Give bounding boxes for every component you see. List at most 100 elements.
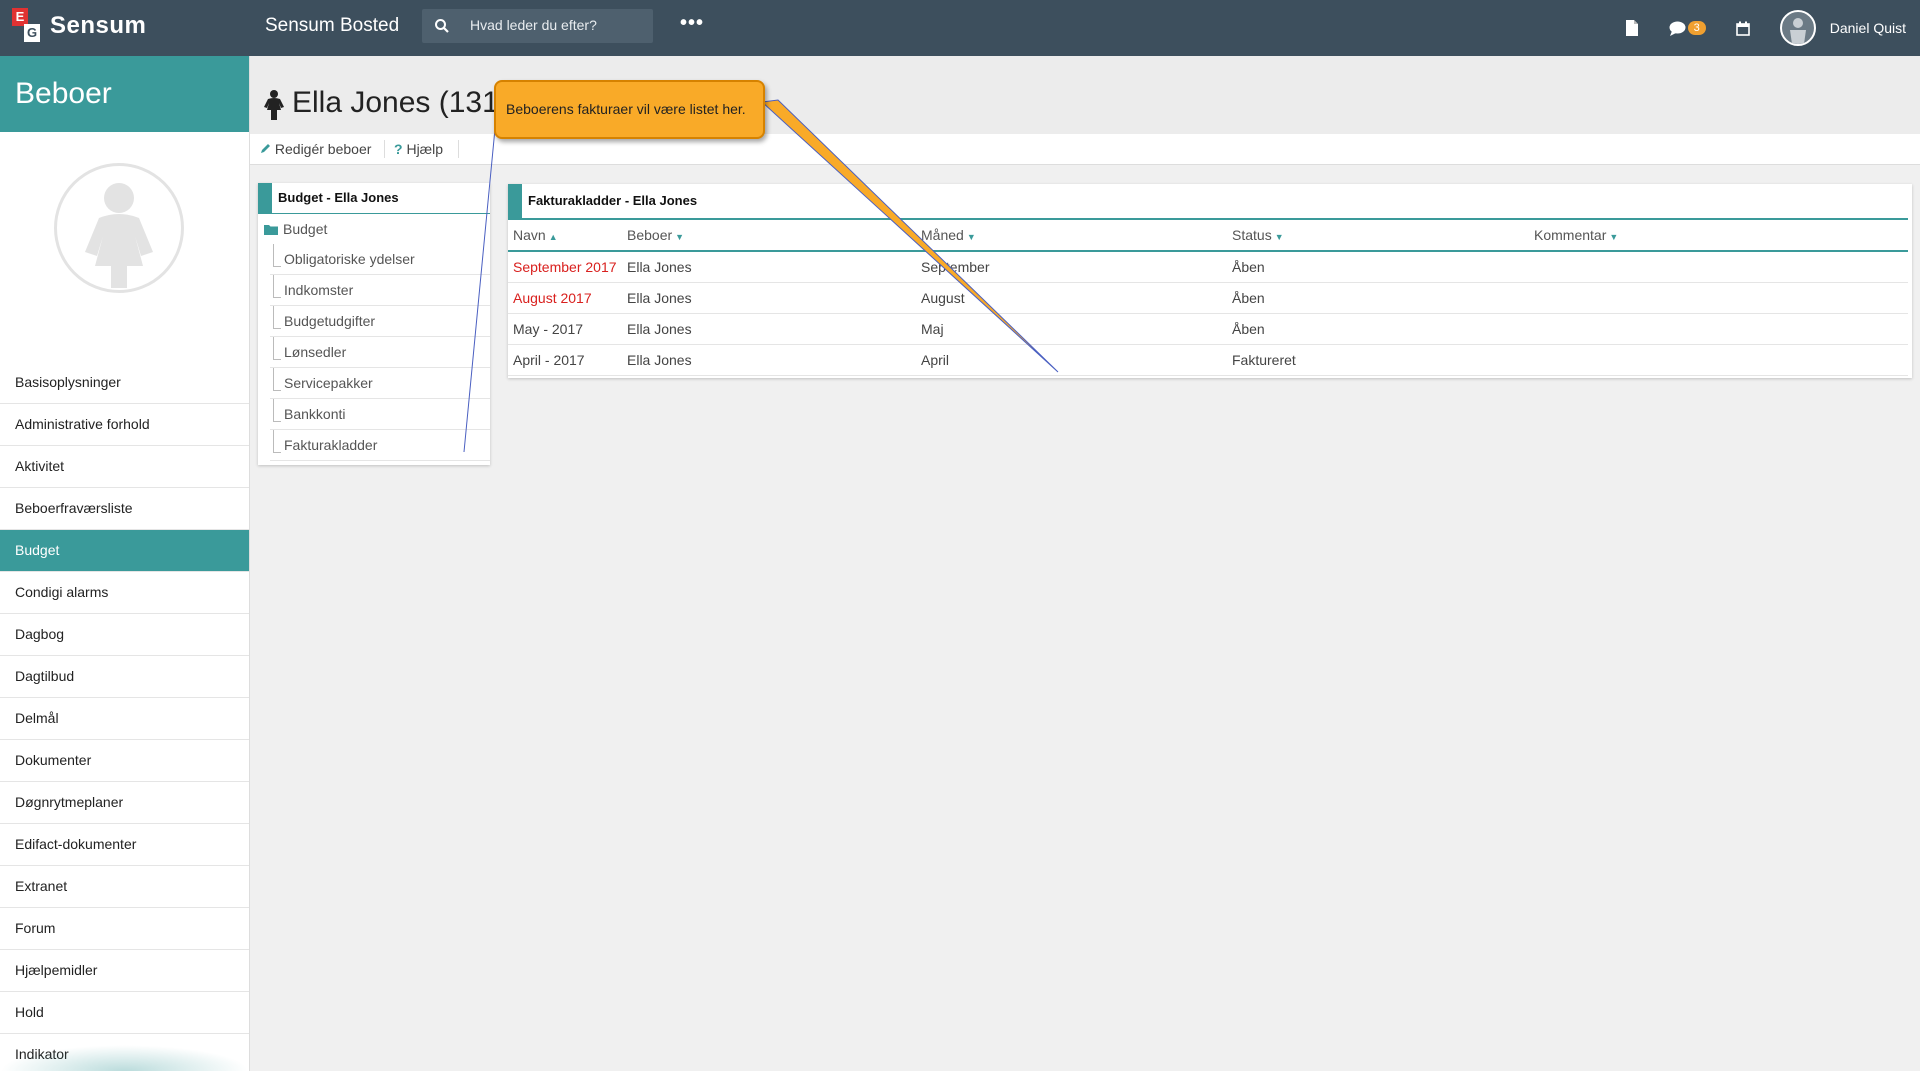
help-label: Hjælp <box>406 141 444 157</box>
sidebar-scroll-fade <box>0 1045 249 1071</box>
cell-navn[interactable]: August 2017 <box>508 282 622 314</box>
sidebar-item-dokumenter[interactable]: Dokumenter <box>0 740 249 782</box>
logo-mark-g: G <box>24 24 40 42</box>
invoice-table: Navn ▲ Beboer ▼ Måned ▼ Status ▼ Kommentar ▼ … <box>508 218 1908 376</box>
column-header-label: Status <box>1232 227 1272 243</box>
cell-navn[interactable]: May - 2017 <box>508 313 622 345</box>
page-title: Ella Jones (131 <box>292 86 499 119</box>
calendar-button[interactable] <box>1735 21 1750 36</box>
sidebar-item-edifact-dokumenter[interactable]: Edifact-dokumenter <box>0 824 249 866</box>
cell-kommentar <box>1529 251 1908 283</box>
sidebar-header: Beboer <box>0 56 249 132</box>
table-header-row: Navn ▲ Beboer ▼ Måned ▼ Status ▼ Kommentar ▼ <box>508 218 1908 252</box>
sidebar-item-forum[interactable]: Forum <box>0 908 249 950</box>
sidebar-item-dagtilbud[interactable]: Dagtilbud <box>0 656 249 698</box>
budget-tree-item[interactable]: Indkomster <box>270 275 490 306</box>
edit-resident-label: Redigér beboer <box>274 141 372 157</box>
budget-tree-item[interactable]: Fakturakladder <box>270 430 490 461</box>
search-icon <box>435 19 449 33</box>
table-row[interactable]: August 2017 Ella Jones August Åben <box>508 282 1908 314</box>
column-header-status[interactable]: Status ▼ <box>1227 218 1529 252</box>
female-person-icon <box>264 90 284 120</box>
cell-maaned: September <box>916 251 1227 283</box>
budget-tree-items: Obligatoriske ydelser Indkomster Budgetudg… <box>258 244 490 461</box>
budget-tree-item[interactable]: Budgetudgifter <box>270 306 490 337</box>
sidebar-item-beboerfraværsliste[interactable]: Beboerfraværsliste <box>0 488 249 530</box>
budget-tree-item[interactable]: Bankkonti <box>270 399 490 430</box>
female-silhouette-icon <box>85 183 153 288</box>
sidebar-item-administrative-forhold[interactable]: Administrative forhold <box>0 404 249 446</box>
document-button[interactable] <box>1625 20 1639 36</box>
app-title[interactable]: Sensum Bosted <box>265 15 399 37</box>
cell-beboer: Ella Jones <box>622 344 916 376</box>
sidebar-item-basisoplysninger[interactable]: Basisoplysninger <box>0 362 249 404</box>
sidebar-item-extranet[interactable]: Extranet <box>0 866 249 908</box>
user-silhouette-icon <box>1789 18 1806 44</box>
cell-maaned: August <box>916 282 1227 314</box>
table-row[interactable]: September 2017 Ella Jones September Åben <box>508 251 1908 283</box>
sidebar-item-delmål[interactable]: Delmål <box>0 698 249 740</box>
budget-tree-item[interactable]: Servicepakker <box>270 368 490 399</box>
sidebar-item-budget[interactable]: Budget <box>0 530 249 572</box>
edit-resident-button[interactable]: Redigér beboer <box>260 141 371 157</box>
cell-navn[interactable]: April - 2017 <box>508 344 622 376</box>
budget-panel-title: Budget - Ella Jones <box>258 183 490 214</box>
cell-status: Faktureret <box>1227 344 1529 376</box>
sort-ascending-icon: ▲ <box>548 232 558 242</box>
sort-icon: ▼ <box>675 232 685 242</box>
pencil-icon <box>261 144 270 153</box>
column-header-navn[interactable]: Navn ▲ <box>508 218 622 252</box>
budget-tree-item[interactable]: Lønsedler <box>270 337 490 368</box>
column-header-kommentar[interactable]: Kommentar ▼ <box>1529 218 1908 252</box>
cell-navn[interactable]: September 2017 <box>508 251 622 283</box>
column-header-maaned[interactable]: Måned ▼ <box>916 218 1227 252</box>
column-header-beboer[interactable]: Beboer ▼ <box>622 218 916 252</box>
chat-bubble-icon <box>1669 21 1686 36</box>
cell-beboer: Ella Jones <box>622 251 916 283</box>
sidebar-item-døgnrytmeplaner[interactable]: Døgnrytmeplaner <box>0 782 249 824</box>
sidebar-item-dagbog[interactable]: Dagbog <box>0 614 249 656</box>
top-bar: E G Sensum Sensum Bosted ••• 3 Daniel Qu… <box>0 0 1920 56</box>
calendar-icon <box>1735 21 1750 36</box>
search-box[interactable] <box>422 9 653 43</box>
invoice-table-body: September 2017 Ella Jones September Åben Aug… <box>508 251 1908 376</box>
table-row[interactable]: May - 2017 Ella Jones Maj Åben <box>508 313 1908 345</box>
cell-status: Åben <box>1227 251 1529 283</box>
cell-maaned: April <box>916 344 1227 376</box>
messages-button[interactable]: 3 <box>1669 21 1706 36</box>
document-icon <box>1625 20 1638 36</box>
help-button[interactable]: ? Hjælp <box>394 141 443 157</box>
user-avatar[interactable] <box>1779 10 1816 46</box>
sort-icon: ▼ <box>1274 232 1284 242</box>
budget-tree-root[interactable]: Budget <box>258 214 490 244</box>
column-header-label: Navn <box>513 227 546 243</box>
invoice-panel-title: Fakturakladder - Ella Jones <box>508 184 1912 218</box>
more-menu-button[interactable]: ••• <box>680 12 704 35</box>
cell-beboer: Ella Jones <box>622 313 916 345</box>
column-header-label: Måned <box>921 227 964 243</box>
sidebar: Beboer Basisoplysninger Administrative fo… <box>0 56 250 1071</box>
sidebar-item-aktivitet[interactable]: Aktivitet <box>0 446 249 488</box>
sidebar-item-condigi-alarms[interactable]: Condigi alarms <box>0 572 249 614</box>
resident-avatar <box>54 163 184 293</box>
logo-mark: E G <box>12 8 40 44</box>
question-icon: ? <box>394 141 403 157</box>
cell-maaned: Maj <box>916 313 1227 345</box>
logo-text: Sensum <box>50 12 147 39</box>
folder-icon <box>264 224 278 235</box>
search-input[interactable] <box>470 17 640 33</box>
logo[interactable]: E G Sensum <box>12 8 146 44</box>
table-row[interactable]: April - 2017 Ella Jones April Faktureret <box>508 344 1908 376</box>
sidebar-item-hjælpemidler[interactable]: Hjælpemidler <box>0 950 249 992</box>
sidebar-menu: Basisoplysninger Administrative forhold Ak… <box>0 362 249 1071</box>
budget-tree-item[interactable]: Obligatoriske ydelser <box>270 244 490 275</box>
cell-kommentar <box>1529 313 1908 345</box>
user-name[interactable]: Daniel Quist <box>1830 20 1906 36</box>
budget-tree-root-label: Budget <box>283 221 328 237</box>
column-header-label: Kommentar <box>1534 227 1607 243</box>
sort-icon: ▼ <box>1609 232 1619 242</box>
top-icons: 3 Daniel Quist <box>1625 0 1920 56</box>
sidebar-item-hold[interactable]: Hold <box>0 992 249 1034</box>
messages-badge: 3 <box>1687 21 1706 35</box>
action-separator <box>458 140 459 158</box>
